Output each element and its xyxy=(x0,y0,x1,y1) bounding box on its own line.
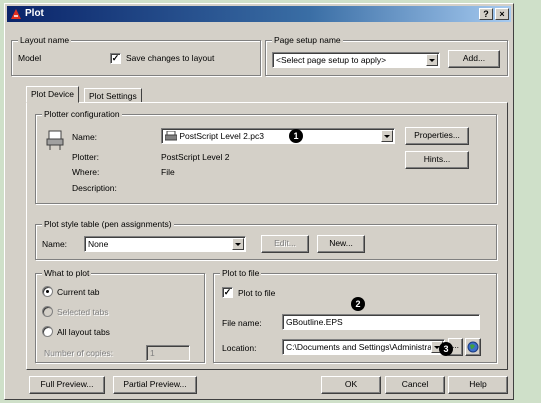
plot-to-file-legend: Plot to file xyxy=(220,268,262,278)
globe-icon xyxy=(467,341,479,353)
location-value: C:\Documents and Settings\Administrat xyxy=(286,342,435,352)
plotter-icon xyxy=(46,130,64,150)
copies-value: 1 xyxy=(150,348,155,358)
description-label: Description: xyxy=(72,183,117,193)
plot-style-group: Plot style table (pen assignments) Name:… xyxy=(35,219,497,260)
all-layout-tabs-label: All layout tabs xyxy=(57,327,110,337)
help-button[interactable]: Help xyxy=(448,376,508,394)
page-setup-dropdown[interactable]: <Select page setup to apply> xyxy=(272,52,440,68)
window-title: Plot xyxy=(25,8,44,19)
chevron-down-icon[interactable] xyxy=(381,130,393,142)
file-name-value: GBoutline.EPS xyxy=(286,317,343,327)
title-bar[interactable]: Plot ? × xyxy=(7,6,511,22)
callout-marker-3: 3 xyxy=(439,342,453,356)
chevron-down-icon[interactable] xyxy=(232,238,244,250)
file-name-label: File name: xyxy=(222,318,262,328)
file-name-input[interactable]: GBoutline.EPS xyxy=(282,314,480,330)
partial-preview-button[interactable]: Partial Preview... xyxy=(113,376,197,394)
location-label: Location: xyxy=(222,343,257,353)
where-label: Where: xyxy=(72,167,100,177)
plot-to-file-checkbox[interactable]: ✓ xyxy=(222,287,233,298)
layout-name-legend: Layout name xyxy=(18,35,72,45)
selected-tabs-label: Selected tabs xyxy=(57,307,109,317)
location-dropdown[interactable]: C:\Documents and Settings\Administrat xyxy=(282,339,445,355)
plotter-name-value: PostScript Level 2.pc3 xyxy=(179,131,264,141)
plot-style-value: None xyxy=(88,239,109,249)
tab-plot-settings[interactable]: Plot Settings xyxy=(84,88,142,103)
save-changes-checkbox[interactable]: ✓ xyxy=(110,53,121,64)
tab-plot-device[interactable]: Plot Device xyxy=(26,86,79,103)
add-page-setup-button[interactable]: Add... xyxy=(448,50,500,68)
cancel-button[interactable]: Cancel xyxy=(385,376,445,394)
callout-marker-1: 1 xyxy=(289,129,303,143)
page-setup-value: <Select page setup to apply> xyxy=(276,55,387,65)
chevron-down-icon[interactable] xyxy=(426,54,438,66)
plot-dialog: Plot ? × Layout name Model ✓ Save change… xyxy=(4,3,514,400)
help-title-button[interactable]: ? xyxy=(479,8,493,20)
current-tab-label: Current tab xyxy=(57,287,100,297)
plotter-name-label: Name: xyxy=(72,132,98,142)
plotter-configuration-legend: Plotter configuration xyxy=(42,109,122,119)
close-title-button[interactable]: × xyxy=(495,8,509,20)
plot-style-name-label: Name: xyxy=(42,239,68,249)
full-preview-button[interactable]: Full Preview... xyxy=(29,376,105,394)
plotter-label: Plotter: xyxy=(72,152,99,162)
plotter-name-dropdown[interactable]: PostScript Level 2.pc3 xyxy=(161,128,395,144)
current-tab-radio[interactable] xyxy=(42,286,53,297)
page-setup-group: Page setup name <Select page setup to ap… xyxy=(265,35,508,76)
properties-button[interactable]: Properties... xyxy=(405,127,469,145)
plotter-configuration-group: Plotter configuration Name: PostScript L… xyxy=(35,109,497,204)
web-location-button[interactable] xyxy=(465,338,481,356)
printer-icon xyxy=(164,130,178,141)
copies-stepper[interactable]: 1 xyxy=(146,345,190,361)
ok-button[interactable]: OK xyxy=(321,376,381,394)
where-value: File xyxy=(161,167,175,177)
plot-style-legend: Plot style table (pen assignments) xyxy=(42,219,174,229)
autocad-plot-icon xyxy=(11,9,21,19)
plot-style-dropdown[interactable]: None xyxy=(84,236,246,252)
save-changes-label: Save changes to layout xyxy=(126,53,215,63)
plot-to-file-group: Plot to file ✓ Plot to file File name: G… xyxy=(213,268,497,363)
plotter-value: PostScript Level 2 xyxy=(161,152,230,162)
new-style-button[interactable]: New... xyxy=(317,235,365,253)
edit-style-button[interactable]: Edit... xyxy=(261,235,309,253)
callout-marker-2: 2 xyxy=(351,297,365,311)
all-layout-tabs-radio[interactable] xyxy=(42,326,53,337)
what-to-plot-legend: What to plot xyxy=(42,268,92,278)
layout-name-value: Model xyxy=(18,53,42,63)
copies-label: Number of copies: xyxy=(44,348,113,358)
layout-name-group: Layout name Model ✓ Save changes to layo… xyxy=(11,35,261,76)
what-to-plot-group: What to plot Current tab Selected tabs A… xyxy=(35,268,205,363)
plot-device-panel: Plotter configuration Name: PostScript L… xyxy=(26,102,508,370)
selected-tabs-radio[interactable] xyxy=(42,306,53,317)
plot-to-file-label: Plot to file xyxy=(238,288,276,298)
page-setup-legend: Page setup name xyxy=(272,35,343,45)
hints-button[interactable]: Hints... xyxy=(405,151,469,169)
